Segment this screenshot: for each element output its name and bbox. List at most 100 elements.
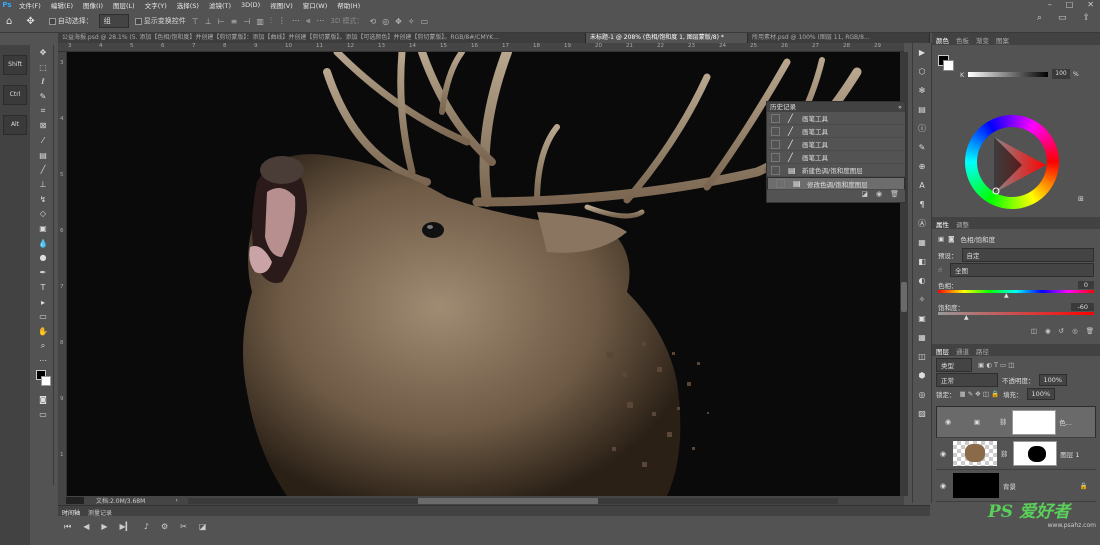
status-arrow-icon[interactable]: ›	[175, 497, 177, 504]
expand-icon[interactable]: ⊞	[1078, 195, 1084, 203]
dodge-tool-icon[interactable]: ●	[32, 251, 54, 266]
eye-icon[interactable]: ◉	[936, 482, 950, 490]
menu-help[interactable]: 帮助(H)	[332, 0, 365, 10]
blur-tool-icon[interactable]: 💧	[32, 236, 54, 251]
hue-value[interactable]: 0	[1077, 281, 1094, 289]
search-icon[interactable]: ⌕	[1037, 13, 1042, 23]
saturation-value[interactable]: -60	[1071, 303, 1094, 311]
minimize-icon[interactable]: –	[1048, 0, 1052, 10]
trash-icon[interactable]: 🗑	[890, 190, 899, 200]
quick-mask-icon[interactable]: ◙	[32, 392, 54, 407]
eye-icon[interactable]: ◉	[941, 418, 955, 426]
clone-source-icon[interactable]: ⊕	[913, 157, 931, 176]
history-item[interactable]: ╱ 画笔工具	[767, 125, 905, 138]
tab-document-2[interactable]: 未标题-1 @ 208% (色相/饱和度 1, 图层蒙版/8) *	[586, 33, 748, 43]
zoom-tool-icon[interactable]: ⌕	[32, 339, 54, 354]
channels-icon[interactable]: ◎	[913, 385, 931, 404]
character-icon[interactable]: A	[913, 176, 931, 195]
panel-collapse-icon[interactable]: »	[898, 102, 902, 112]
quick-select-icon[interactable]: ✎	[32, 89, 54, 104]
tab-color[interactable]: 颜色	[936, 35, 949, 45]
tab-patterns[interactable]: 图案	[996, 35, 1009, 45]
color-triangle[interactable]	[982, 135, 1052, 195]
k-value-field[interactable]: 100	[1052, 69, 1070, 79]
fill-field[interactable]: 100%	[1026, 388, 1056, 400]
workspace-icon[interactable]: ▭	[1058, 13, 1067, 23]
lasso-tool-icon[interactable]: ℓ	[32, 74, 54, 89]
move-tool-icon[interactable]: ✥	[26, 16, 34, 27]
color-swatch-icon[interactable]	[32, 368, 54, 392]
image-icon[interactable]: ▨	[913, 404, 931, 423]
move-tool-icon[interactable]: ✥	[32, 45, 54, 60]
alt-key[interactable]: Alt	[3, 115, 27, 135]
opacity-field[interactable]: 100%	[1038, 374, 1068, 386]
hand-tool-icon[interactable]: ✋	[32, 324, 54, 339]
target-hand-icon[interactable]: ☝	[938, 266, 942, 274]
layer-mask-thumb[interactable]	[1012, 409, 1057, 435]
3d-icons[interactable]: ⟲ ◎ ✥ ✧ ▭	[369, 17, 428, 26]
layer-comps-icon[interactable]: ◧	[913, 252, 931, 271]
adjust-icon[interactable]: ◐	[913, 271, 931, 290]
healing-brush-icon[interactable]: ▤	[32, 148, 54, 163]
info-icon[interactable]: ⓘ	[913, 119, 931, 138]
layer-row[interactable]: ◉ ⛓ 图层 1	[936, 438, 1096, 470]
settings-icon[interactable]: ⚙	[161, 522, 168, 532]
tab-adjustments[interactable]: 调整	[956, 219, 969, 229]
trash-icon[interactable]: 🗑	[1086, 327, 1094, 335]
glyph-icon[interactable]: Ⓐ	[913, 214, 931, 233]
background-swatch[interactable]	[943, 60, 954, 71]
pen-tool-icon[interactable]: ✒	[32, 265, 54, 280]
play-icon[interactable]: ▶	[101, 522, 107, 532]
menu-window[interactable]: 窗口(W)	[298, 0, 333, 10]
ctrl-key[interactable]: Ctrl	[3, 85, 27, 105]
play-icon[interactable]: ▶	[913, 43, 931, 62]
menu-layer[interactable]: 图层(L)	[108, 0, 140, 10]
eyedropper-icon[interactable]: ⁄	[32, 133, 54, 148]
history-item[interactable]: ▤ 新建色调/饱和度图层	[767, 164, 905, 177]
history-icon[interactable]: ▤	[913, 100, 931, 119]
audio-icon[interactable]: ♪	[144, 522, 149, 532]
edit-toolbar-icon[interactable]: ⋯	[32, 353, 54, 368]
next-frame-icon[interactable]: ▶▎	[120, 522, 132, 532]
menu-filter[interactable]: 滤镜(T)	[204, 0, 236, 10]
history-item[interactable]: ╱ 画笔工具	[767, 151, 905, 164]
horizontal-scrollbar[interactable]	[187, 497, 838, 504]
stamp-tool-icon[interactable]: ⊥	[32, 177, 54, 192]
reset-icon[interactable]: ↺	[1059, 327, 1064, 335]
transition-icon[interactable]: ◪	[199, 522, 207, 532]
share-icon[interactable]: ⇪	[1082, 13, 1090, 23]
paths-icon[interactable]: ✧	[913, 290, 931, 309]
tab-document-3[interactable]: 所用素材.psd @ 100% (图层 11, RGB/8...	[748, 33, 930, 43]
layer-thumb[interactable]	[953, 441, 997, 466]
close-icon[interactable]: ✕	[1087, 0, 1094, 10]
shape-tool-icon[interactable]: ▭	[32, 309, 54, 324]
3d-icon[interactable]: ⬢	[913, 366, 931, 385]
menu-type[interactable]: 文字(Y)	[140, 0, 172, 10]
split-icon[interactable]: ✂	[180, 522, 187, 532]
crop-tool-icon[interactable]: ⌗	[32, 104, 54, 119]
menu-file[interactable]: 文件(F)	[14, 0, 46, 10]
zoom-field[interactable]	[66, 497, 84, 504]
view-previous-icon[interactable]: ◉	[1045, 327, 1051, 335]
screen-mode-icon[interactable]: ▭	[32, 407, 54, 422]
lock-icons[interactable]: ▦ ✎ ✥ ◫ 🔒	[960, 390, 1000, 398]
menu-view[interactable]: 视图(V)	[265, 0, 298, 10]
home-icon[interactable]: ⌂	[6, 16, 12, 27]
menu-3d[interactable]: 3D(D)	[236, 1, 265, 9]
tab-layers[interactable]: 图层	[936, 346, 949, 356]
auto-select-checkbox[interactable]: 自动选择：	[48, 16, 93, 26]
eye-icon[interactable]: ◉	[936, 450, 950, 458]
swatches-icon[interactable]: ▦	[913, 328, 931, 347]
snapshot-icon[interactable]: ◪	[861, 190, 868, 200]
tab-gradients[interactable]: 渐变	[976, 35, 989, 45]
hscroll-thumb[interactable]	[417, 497, 598, 504]
style-icon[interactable]: ▦	[913, 233, 931, 252]
paragraph-icon[interactable]: ¶	[913, 195, 931, 214]
path-select-icon[interactable]: ▸	[32, 295, 54, 310]
menu-edit[interactable]: 编辑(E)	[46, 0, 78, 10]
type-tool-icon[interactable]: T	[32, 280, 54, 295]
layer-mask-thumb[interactable]	[1013, 441, 1058, 466]
tab-swatches[interactable]: 色板	[956, 35, 969, 45]
cube-icon[interactable]: ⬡	[913, 62, 931, 81]
layer-row[interactable]: ◉ ▣ ⛓ 色...	[936, 406, 1096, 438]
